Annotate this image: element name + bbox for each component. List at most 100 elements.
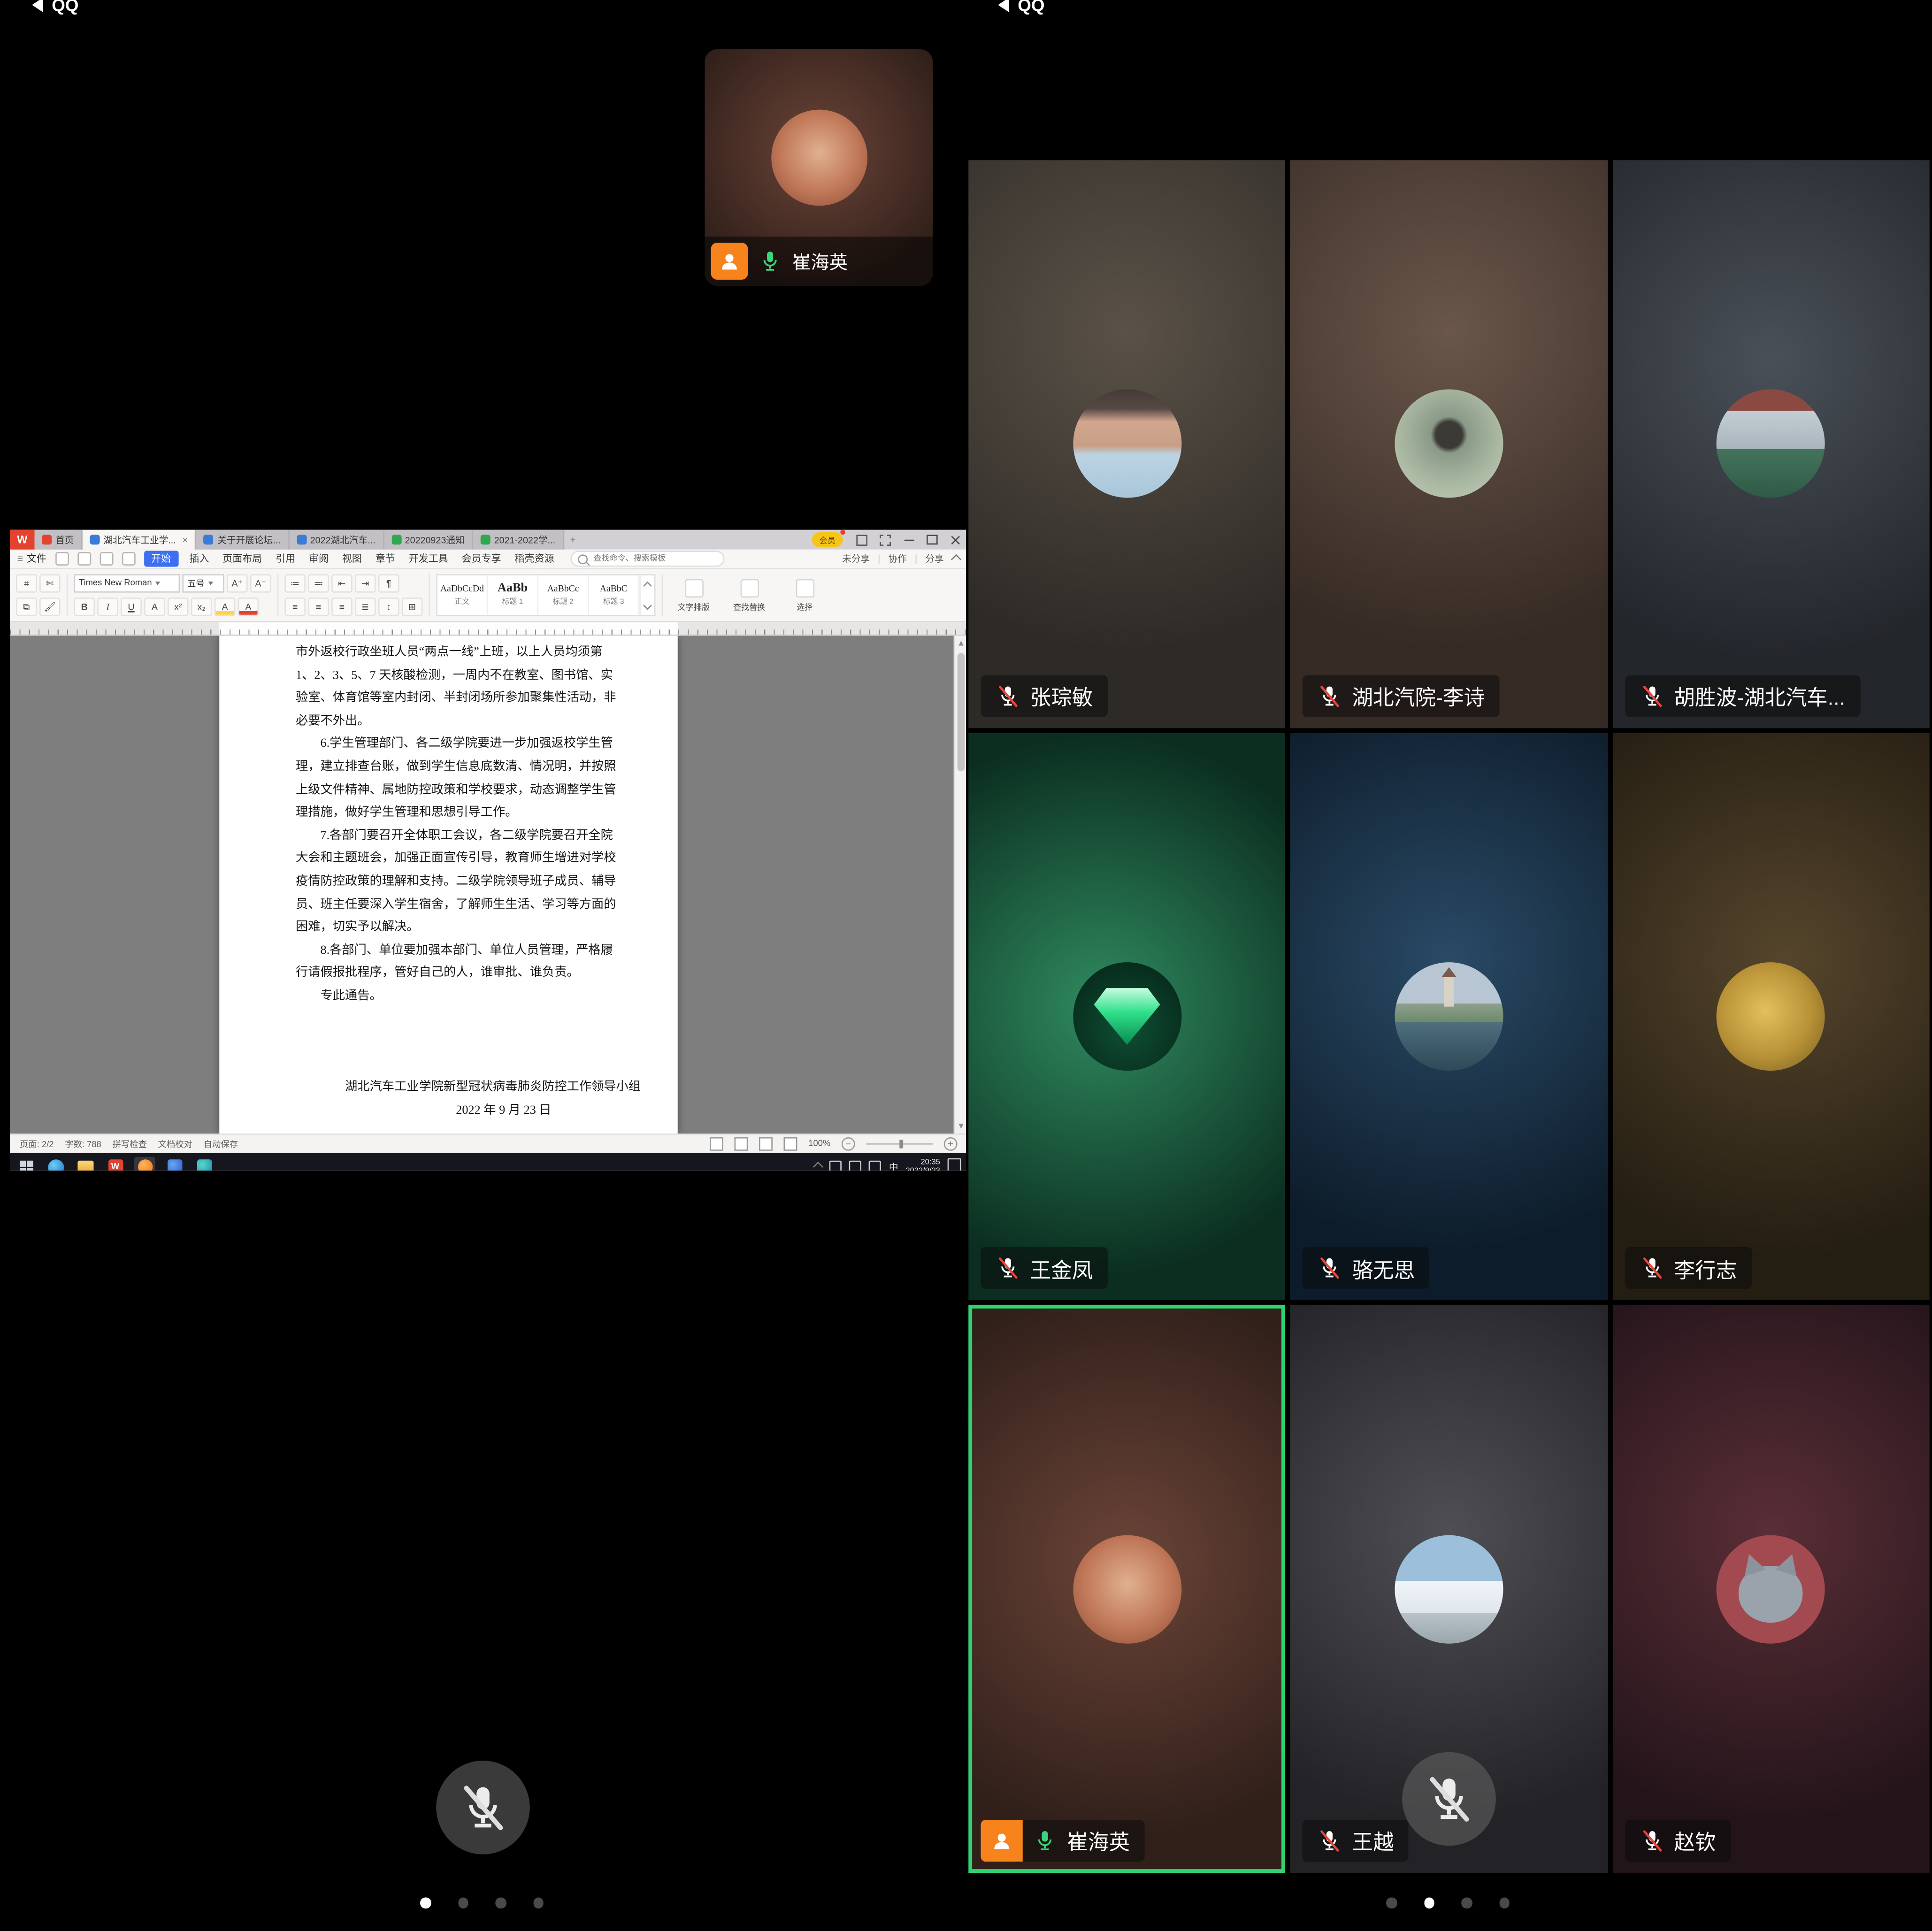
- search-input[interactable]: [591, 553, 717, 565]
- share-status[interactable]: 未分享: [842, 552, 870, 566]
- tab-spreadsheet-1[interactable]: 20220923通知: [384, 530, 473, 550]
- align-center-icon[interactable]: ≡: [308, 598, 329, 616]
- text-layout-tool[interactable]: 文字排版: [669, 572, 718, 619]
- participant-tile[interactable]: 骆无思: [1290, 733, 1607, 1300]
- menu-item-insert[interactable]: 插入: [187, 551, 212, 567]
- undo-icon[interactable]: [100, 552, 113, 566]
- command-search[interactable]: [570, 551, 724, 567]
- menu-item-member[interactable]: 会员专享: [459, 551, 504, 567]
- strikethrough-icon[interactable]: A: [144, 598, 165, 616]
- microphone-toggle-button[interactable]: [1402, 1752, 1496, 1846]
- tab-close-icon[interactable]: [182, 534, 188, 545]
- participant-tile[interactable]: 张琮敏: [968, 160, 1285, 728]
- teal-app-icon[interactable]: [193, 1157, 215, 1171]
- font-name-select[interactable]: Times New Roman: [74, 574, 180, 592]
- zoom-slider-knob[interactable]: [899, 1140, 903, 1148]
- view-mode-icon[interactable]: [759, 1137, 773, 1151]
- horizontal-ruler[interactable]: [10, 622, 966, 636]
- share-button[interactable]: 分享: [925, 552, 943, 566]
- collaborate-button[interactable]: 协作: [889, 552, 907, 566]
- collapse-ribbon-icon[interactable]: [951, 553, 961, 564]
- notification-center-icon[interactable]: [948, 1158, 961, 1171]
- member-badge[interactable]: 会员: [812, 532, 843, 547]
- close-button[interactable]: [944, 530, 966, 550]
- view-mode-icon[interactable]: [735, 1137, 748, 1151]
- outdent-icon[interactable]: ⇤: [331, 574, 353, 592]
- borders-icon[interactable]: ⊞: [402, 598, 423, 616]
- participant-tile[interactable]: 湖北汽院-李诗: [1290, 160, 1607, 728]
- participant-tile[interactable]: 王金凤: [968, 733, 1285, 1300]
- start-menu-icon[interactable]: [16, 1157, 37, 1171]
- file-explorer-icon[interactable]: [75, 1157, 96, 1171]
- font-color-icon[interactable]: A: [238, 598, 259, 616]
- theme-icon[interactable]: [850, 530, 874, 550]
- paragraph-mark-icon[interactable]: ¶: [378, 574, 399, 592]
- minimize-button[interactable]: [897, 530, 920, 550]
- scroll-down-icon[interactable]: [958, 1124, 963, 1129]
- participants-page[interactable]: QQ 张琮敏 湖北汽院-李诗 胡: [966, 0, 1932, 1931]
- underline-button[interactable]: U: [121, 598, 142, 616]
- select-tool[interactable]: 选择: [780, 572, 829, 619]
- autosave-label[interactable]: 自动保存: [204, 1138, 238, 1150]
- style-normal[interactable]: AaDbCcDd 正文: [437, 575, 488, 615]
- wps-logo[interactable]: W: [10, 530, 35, 550]
- participant-tile[interactable]: 赵钦: [1612, 1305, 1930, 1873]
- taskbar-clock[interactable]: 20:35 2022/9/23: [905, 1157, 940, 1171]
- tab-spreadsheet-2[interactable]: 2021-2022学...: [473, 530, 564, 550]
- cut-icon[interactable]: ✄: [39, 574, 61, 592]
- participant-tile[interactable]: 胡胜波-湖北汽车...: [1612, 160, 1930, 728]
- styles-gallery-arrows[interactable]: [639, 575, 654, 615]
- align-left-icon[interactable]: ≡: [284, 598, 306, 616]
- menu-item-review[interactable]: 审阅: [307, 551, 331, 567]
- qq-app-icon[interactable]: [164, 1157, 185, 1171]
- participant-tile-active-speaker[interactable]: 崔海英: [968, 1305, 1285, 1873]
- vertical-scrollbar[interactable]: [954, 636, 966, 1134]
- bold-button[interactable]: B: [74, 598, 95, 616]
- style-heading1[interactable]: AaBb 标题 1: [488, 575, 539, 615]
- back-icon[interactable]: [32, 0, 43, 12]
- menu-item-devtools[interactable]: 开发工具: [406, 551, 451, 567]
- battery-icon[interactable]: [869, 1161, 882, 1171]
- tray-expand-icon[interactable]: [813, 1162, 824, 1171]
- maximize-button[interactable]: [920, 530, 944, 550]
- menu-item-start[interactable]: 开始: [144, 551, 178, 567]
- scroll-up-icon[interactable]: [958, 641, 963, 646]
- bullet-list-icon[interactable]: ≔: [284, 574, 306, 592]
- font-shrink-icon[interactable]: A⁻: [250, 574, 271, 592]
- meeting-app-icon[interactable]: [134, 1157, 155, 1171]
- document-page[interactable]: 市外返校行政坐班人员“两点一线”上班，以上人员均须第 1、2、3、5、7 天核酸…: [219, 636, 678, 1134]
- tab-home[interactable]: 首页: [35, 530, 83, 550]
- paste-icon[interactable]: ⌗: [16, 574, 37, 592]
- network-icon[interactable]: [850, 1161, 862, 1171]
- tab-document-3[interactable]: 2022湖北汽车...: [289, 530, 384, 550]
- style-heading2[interactable]: AaBbCc 标题 2: [538, 575, 589, 615]
- zoom-out-button[interactable]: −: [842, 1137, 855, 1151]
- zoom-slider[interactable]: [866, 1143, 933, 1145]
- highlight-color-icon[interactable]: A: [215, 598, 236, 616]
- style-heading3[interactable]: AaBbC 标题 3: [589, 575, 640, 615]
- copy-icon[interactable]: ⧉: [16, 598, 37, 616]
- menu-item-section[interactable]: 章节: [373, 551, 398, 567]
- tab-document-active[interactable]: 湖北汽车工业学...: [83, 530, 197, 550]
- numbered-list-icon[interactable]: ≕: [308, 574, 329, 592]
- find-replace-tool[interactable]: 查找替换: [725, 572, 774, 619]
- menu-item-docer[interactable]: 稻壳资源: [512, 551, 557, 567]
- spellcheck-label[interactable]: 拼写检查: [112, 1138, 147, 1150]
- save-icon[interactable]: [55, 552, 69, 566]
- menu-item-view[interactable]: 视图: [340, 551, 365, 567]
- redo-icon[interactable]: [122, 552, 135, 566]
- microphone-toggle-button[interactable]: [436, 1761, 530, 1854]
- italic-button[interactable]: I: [97, 598, 118, 616]
- volume-icon[interactable]: [830, 1161, 842, 1171]
- font-grow-icon[interactable]: A⁺: [227, 574, 248, 592]
- font-size-select[interactable]: 五号: [183, 574, 224, 592]
- back-icon[interactable]: [998, 0, 1009, 12]
- scrollbar-thumb[interactable]: [958, 653, 965, 771]
- participant-tile[interactable]: 李行志: [1612, 733, 1930, 1300]
- word-count[interactable]: 字数: 788: [65, 1138, 101, 1150]
- line-spacing-icon[interactable]: ↕: [378, 598, 399, 616]
- subscript-icon[interactable]: x₂: [191, 598, 212, 616]
- tab-document-2[interactable]: 关于开展论坛...: [197, 530, 290, 550]
- superscript-icon[interactable]: x²: [168, 598, 189, 616]
- layout-icon[interactable]: [874, 530, 897, 550]
